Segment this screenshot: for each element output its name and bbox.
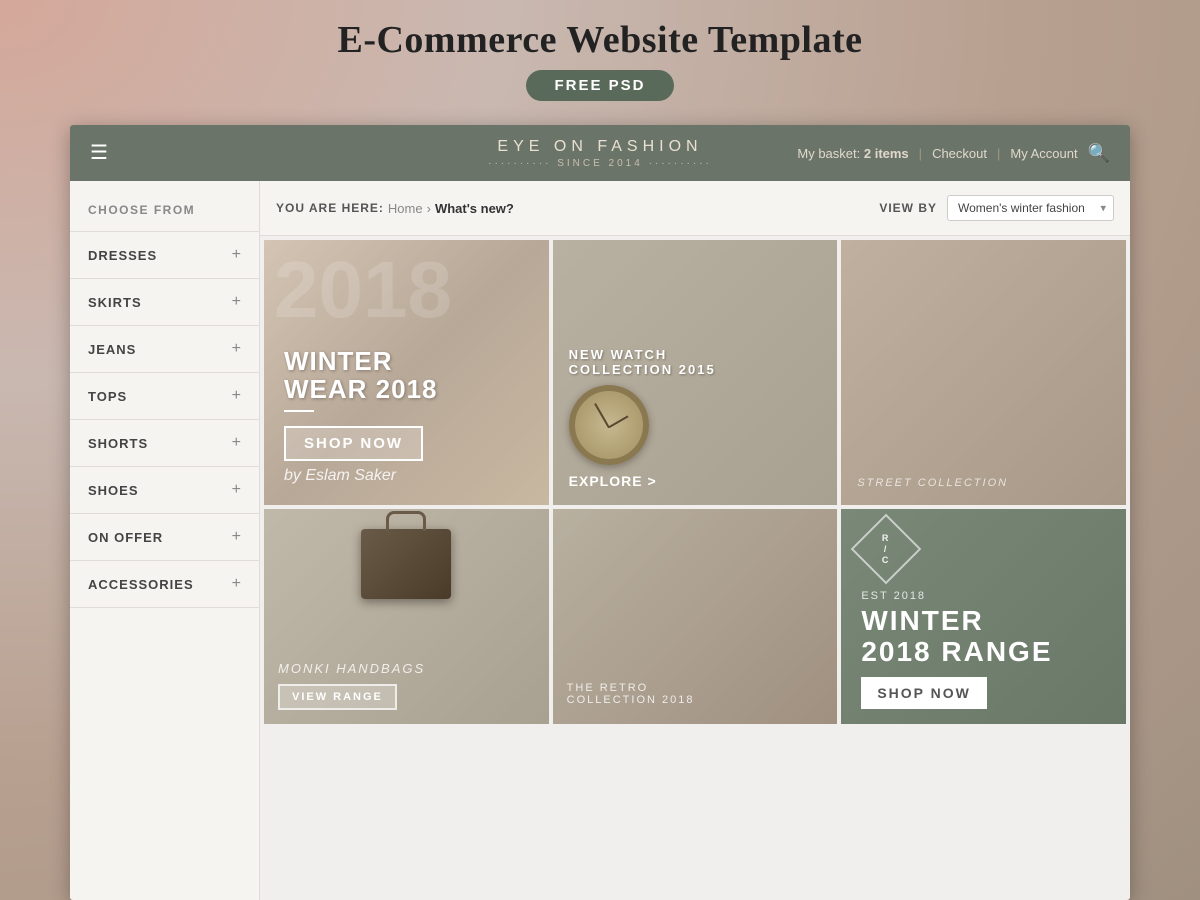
- nav-right: My basket: 2 items | Checkout | My Accou…: [797, 143, 1110, 164]
- sidebar-item-plus: +: [232, 575, 241, 593]
- handbag-view-btn[interactable]: VIEW RANGE: [278, 684, 397, 710]
- sidebar-item-label: ACCESSORIES: [88, 577, 194, 592]
- product-cell-handbag[interactable]: MONKI HANDBAGS VIEW RANGE: [264, 509, 549, 724]
- page-header: E-Commerce Website Template FREE PSD: [0, 0, 1200, 111]
- product-cell-winter[interactable]: 2018 WINTERWEAR 2018 SHOP NOW by Eslam S…: [264, 240, 549, 505]
- sidebar-item-on-offer[interactable]: ON OFFER +: [70, 513, 259, 560]
- account-link[interactable]: My Account: [1010, 146, 1077, 161]
- breadcrumb-chevron: ›: [427, 201, 431, 216]
- range-est: EST 2018: [861, 590, 926, 602]
- basket-text: My basket:: [797, 146, 860, 161]
- website-frame: ☰ EYE ON FASHION ·········· SINCE 2014 ·…: [70, 125, 1130, 900]
- sidebar-title: CHOOSE FROM: [70, 203, 259, 231]
- nav-bar: ☰ EYE ON FASHION ·········· SINCE 2014 ·…: [70, 125, 1130, 181]
- range-shop-btn[interactable]: SHOP NOW: [861, 677, 987, 709]
- view-by-area: VIEW BY Women's winter fashion Men's fas…: [879, 195, 1114, 221]
- sidebar-item-jeans[interactable]: JEANS +: [70, 325, 259, 372]
- sidebar-item-label: JEANS: [88, 342, 136, 357]
- street-label: STREET COLLECTION: [857, 477, 1110, 489]
- watch-subtitle: NEW WATCHCOLLECTION 2015: [569, 347, 822, 377]
- handbag-brand: MONKI HANDBAGS: [278, 661, 535, 676]
- sidebar-item-skirts[interactable]: SKIRTS +: [70, 278, 259, 325]
- winter-shop-btn[interactable]: SHOP NOW: [284, 426, 423, 461]
- winter-divider: [284, 410, 314, 412]
- breadcrumb-label: YOU ARE HERE:: [276, 201, 384, 215]
- sidebar-item-plus: +: [232, 293, 241, 311]
- watch-explore-btn[interactable]: EXPLORE >: [569, 473, 822, 489]
- sidebar-item-plus: +: [232, 528, 241, 546]
- sidebar-item-label: TOPS: [88, 389, 127, 404]
- sidebar-item-plus: +: [232, 481, 241, 499]
- sidebar-item-tops[interactable]: TOPS +: [70, 372, 259, 419]
- search-icon[interactable]: 🔍: [1088, 143, 1110, 164]
- nav-logo-title: EYE ON FASHION: [488, 138, 712, 156]
- sidebar: CHOOSE FROM DRESSES + SKIRTS + JEANS + T…: [70, 181, 260, 900]
- sidebar-item-accessories[interactable]: ACCESSORIES +: [70, 560, 259, 608]
- sidebar-item-label: SKIRTS: [88, 295, 142, 310]
- basket-label: My basket: 2 items: [797, 146, 908, 161]
- view-by-wrapper[interactable]: Women's winter fashion Men's fashion Acc…: [947, 195, 1114, 221]
- sidebar-item-plus: +: [232, 387, 241, 405]
- view-by-label: VIEW BY: [879, 201, 937, 215]
- hamburger-icon[interactable]: ☰: [90, 143, 108, 163]
- breadcrumb: YOU ARE HERE: Home › What's new?: [276, 201, 514, 216]
- breadcrumb-current: What's new?: [435, 201, 514, 216]
- sidebar-item-plus: +: [232, 340, 241, 358]
- nav-logo-sub: ·········· SINCE 2014 ··········: [488, 158, 712, 169]
- content-area: CHOOSE FROM DRESSES + SKIRTS + JEANS + T…: [70, 181, 1130, 900]
- nav-divider-2: |: [997, 146, 1000, 161]
- nav-divider-1: |: [919, 146, 922, 161]
- product-grid: 2018 WINTERWEAR 2018 SHOP NOW by Eslam S…: [260, 236, 1130, 728]
- retro-subtitle: THE RETROCOLLECTION 2018: [567, 682, 824, 706]
- free-psd-badge: FREE PSD: [526, 70, 673, 101]
- sidebar-item-plus: +: [232, 246, 241, 264]
- page-title: E-Commerce Website Template: [0, 18, 1200, 62]
- sidebar-item-label: ON OFFER: [88, 530, 163, 545]
- sidebar-item-dresses[interactable]: DRESSES +: [70, 231, 259, 278]
- nav-logo: EYE ON FASHION ·········· SINCE 2014 ···…: [488, 138, 712, 169]
- sidebar-item-label: SHOES: [88, 483, 139, 498]
- view-by-select[interactable]: Women's winter fashion Men's fashion Acc…: [947, 195, 1114, 221]
- winter-author: by Eslam Saker: [284, 467, 529, 485]
- product-cell-street[interactable]: STREET COLLECTION: [841, 240, 1126, 505]
- overlay-number: 2018: [274, 250, 452, 330]
- sidebar-item-shorts[interactable]: SHORTS +: [70, 419, 259, 466]
- basket-count: 2 items: [864, 146, 909, 161]
- sidebar-item-label: SHORTS: [88, 436, 148, 451]
- sidebar-item-plus: +: [232, 434, 241, 452]
- breadcrumb-home[interactable]: Home: [388, 201, 423, 216]
- sidebar-item-label: DRESSES: [88, 248, 157, 263]
- main-content: YOU ARE HERE: Home › What's new? VIEW BY…: [260, 181, 1130, 900]
- product-cell-retro[interactable]: THE RETROCOLLECTION 2018: [553, 509, 838, 724]
- sidebar-item-shoes[interactable]: SHOES +: [70, 466, 259, 513]
- range-headline: WINTER2018 RANGE: [861, 606, 1052, 668]
- product-cell-watch[interactable]: NEW WATCHCOLLECTION 2015 EXPLORE >: [553, 240, 838, 505]
- checkout-link[interactable]: Checkout: [932, 146, 987, 161]
- product-cell-range[interactable]: R/C EST 2018 WINTER2018 RANGE SHOP NOW: [841, 509, 1126, 724]
- breadcrumb-bar: YOU ARE HERE: Home › What's new? VIEW BY…: [260, 181, 1130, 236]
- winter-headline: WINTERWEAR 2018: [284, 347, 529, 404]
